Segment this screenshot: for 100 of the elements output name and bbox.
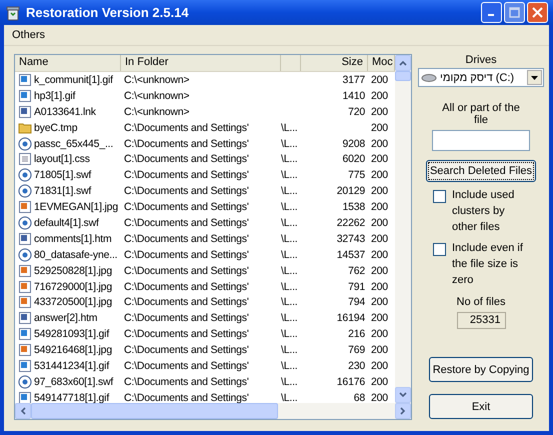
file-size: 9208	[342, 138, 365, 150]
folder-path: C:\Documents and Settings'	[124, 122, 249, 134]
recycle-bin-icon	[5, 4, 21, 20]
file-name: 80_datasafe-yne...	[34, 248, 118, 261]
folder-path: C:\Documents and Settings'	[124, 280, 249, 293]
scroll-left-button[interactable]	[15, 403, 31, 419]
minimize-button[interactable]	[481, 2, 502, 23]
column-header[interactable]: Size	[301, 55, 368, 71]
folder-path: C:\Documents and Settings'	[124, 216, 249, 229]
file-name: byeC.tmp	[34, 122, 78, 134]
file-name: layout[1].css	[34, 153, 90, 166]
folder-path: C:\<unknown>	[124, 90, 190, 102]
maximize-icon	[509, 7, 520, 18]
file-name-field[interactable]	[432, 130, 530, 151]
scroll-thumb[interactable]	[31, 403, 278, 419]
modified-date: 200	[371, 376, 388, 388]
search-label: All or part of the file	[441, 102, 521, 126]
vertical-scrollbar[interactable]	[395, 55, 411, 403]
modified-date: 200	[371, 122, 388, 134]
column-header[interactable]: In Folder	[121, 55, 281, 71]
folder-path: C:\Documents and Settings'	[124, 312, 249, 324]
scroll-down-button[interactable]	[395, 387, 411, 403]
file-icon	[18, 311, 32, 326]
file-size: 762	[348, 264, 365, 277]
file-name: default4[1].swf	[34, 216, 99, 229]
caret-icon	[531, 76, 538, 80]
folder-path: C:\Documents and Settings'	[124, 185, 249, 198]
folder-path-tail: \L...	[281, 280, 298, 293]
file-icon	[18, 374, 32, 389]
option-label: Include even if the file size is zero	[452, 241, 524, 288]
folder-path-tail: \L...	[281, 248, 298, 261]
file-icon	[18, 232, 32, 246]
close-button[interactable]	[527, 2, 548, 23]
file-name: A0133641.lnk	[34, 106, 96, 118]
file-icon	[18, 104, 32, 119]
file-name: 716729000[1].jpg	[34, 280, 112, 293]
folder-path: C:\Documents and Settings'	[124, 296, 249, 308]
file-name: 71805[1].swf	[34, 169, 92, 182]
file-size: 775	[348, 169, 365, 182]
file-count-label: No of files	[456, 296, 506, 308]
folder-path: C:\Documents and Settings'	[124, 328, 249, 340]
file-size: 3177	[342, 74, 365, 86]
modified-date: 200	[371, 90, 388, 102]
file-icon	[18, 280, 32, 294]
exit-button[interactable]: Exit	[429, 394, 533, 419]
file-icon	[18, 327, 32, 342]
horizontal-scrollbar[interactable]	[15, 403, 411, 419]
folder-path: C:\Documents and Settings'	[124, 201, 249, 214]
folder-path-tail: \L...	[281, 344, 298, 356]
folder-path: C:\Documents and Settings'	[124, 264, 249, 277]
file-size: 16176	[336, 376, 365, 388]
modified-date: 200	[371, 201, 388, 214]
folder-path-tail: \L...	[281, 153, 298, 166]
file-icon	[18, 390, 32, 403]
file-icon	[18, 248, 32, 262]
file-name: 549147718[1].gif	[34, 392, 110, 403]
file-size: 14537	[336, 248, 365, 261]
file-size: 16194	[336, 312, 365, 324]
folder-path-tail: \L...	[281, 138, 298, 150]
modified-date: 200	[371, 312, 388, 324]
modified-date: 200	[371, 153, 388, 166]
modified-date: 200	[371, 328, 388, 340]
file-icon	[18, 216, 32, 230]
folder-path: C:\Documents and Settings'	[124, 138, 249, 150]
file-name: 531441234[1].gif	[34, 360, 110, 372]
folder-path: C:\Documents and Settings'	[124, 360, 249, 372]
folder-path: C:\Documents and Settings'	[124, 344, 249, 356]
menu-item[interactable]: Others	[8, 29, 50, 41]
folder-path-tail: \L...	[281, 264, 298, 277]
folder-path-tail: \L...	[281, 312, 298, 324]
file-icon	[18, 358, 32, 373]
file-name: 97_683x60[1].swf	[34, 376, 114, 388]
checkbox[interactable]	[433, 243, 446, 256]
file-name: 549216468[1].jpg	[34, 344, 112, 356]
scroll-right-button[interactable]	[395, 403, 411, 419]
file-name: passc_65x445_...	[34, 138, 114, 150]
file-size: 230	[348, 360, 365, 372]
column-header[interactable]: Name	[15, 55, 121, 71]
file-icon	[18, 200, 32, 214]
file-icon	[18, 88, 32, 103]
folder-path-tail: \L...	[281, 392, 298, 403]
folder-icon	[18, 120, 32, 135]
folder-path-tail: \L...	[281, 216, 298, 229]
drive-dropdown[interactable]: דיסק מקומי (C:)	[418, 68, 544, 87]
maximize-button[interactable]	[504, 2, 525, 23]
search-button[interactable]: Search Deleted Files	[426, 160, 536, 182]
checkbox[interactable]	[433, 190, 446, 203]
file-icon	[18, 184, 32, 198]
restore-button[interactable]: Restore by Copying	[429, 357, 533, 382]
scroll-thumb[interactable]	[395, 71, 411, 81]
dropdown-button[interactable]	[527, 70, 542, 85]
drives-label: Drives	[464, 54, 498, 66]
file-size: 68	[354, 392, 365, 403]
folder-path-tail: \L...	[281, 122, 298, 134]
folder-path: C:\Documents and Settings'	[124, 169, 249, 182]
file-icon	[18, 72, 32, 87]
modified-date: 200	[371, 392, 388, 403]
scroll-up-button[interactable]	[395, 55, 411, 71]
close-icon	[532, 7, 543, 18]
modified-date: 200	[371, 138, 388, 150]
